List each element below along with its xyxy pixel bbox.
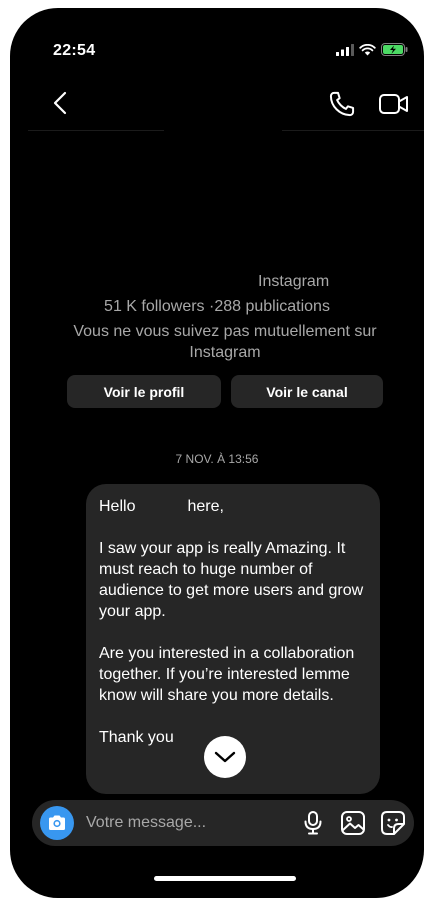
wifi-icon <box>359 43 376 55</box>
scroll-to-bottom-button[interactable] <box>204 736 246 778</box>
status-time: 22:54 <box>53 42 96 59</box>
view-channel-button[interactable]: Voir le canal <box>231 375 383 408</box>
audio-call-button[interactable] <box>328 90 356 118</box>
profile-name: Instagram <box>258 273 330 290</box>
gallery-button[interactable] <box>340 810 366 836</box>
phone-screen: 22:54 Instagram 51 K followers ·288 publ… <box>10 8 424 898</box>
camera-icon <box>49 815 65 830</box>
message-greeting: Hello here, <box>99 498 224 515</box>
status-icons <box>336 43 408 56</box>
chevron-down-icon <box>214 751 236 763</box>
image-icon <box>341 811 365 835</box>
camera-button[interactable] <box>40 806 74 840</box>
view-profile-button[interactable]: Voir le profil <box>67 375 221 408</box>
signal-icon <box>336 43 354 56</box>
header-divider-left <box>28 130 164 131</box>
header-divider-right <box>282 130 424 131</box>
profile-stats: 51 K followers ·288 publications <box>104 298 330 315</box>
video-camera-icon <box>379 94 408 114</box>
chevron-left-icon <box>53 91 67 115</box>
message-composer <box>32 800 414 846</box>
voice-message-button[interactable] <box>300 810 326 836</box>
battery-icon <box>381 43 408 56</box>
message-input[interactable] <box>86 809 276 837</box>
message-paragraph-1: I saw your app is really Amazing. It mus… <box>99 540 364 620</box>
sticker-button[interactable] <box>380 810 406 836</box>
date-separator: 7 NOV. À 13:56 <box>175 452 259 466</box>
microphone-icon <box>304 811 322 835</box>
video-call-button[interactable] <box>378 91 410 117</box>
back-button[interactable] <box>48 88 72 118</box>
home-indicator[interactable] <box>154 876 296 881</box>
message-paragraph-2: Are you interested in a collaboration to… <box>99 645 355 704</box>
mutual-follow-note: Vous ne vous suivez pas mutuellement sur… <box>73 323 377 361</box>
sticker-icon <box>381 811 405 835</box>
phone-icon <box>329 91 355 117</box>
